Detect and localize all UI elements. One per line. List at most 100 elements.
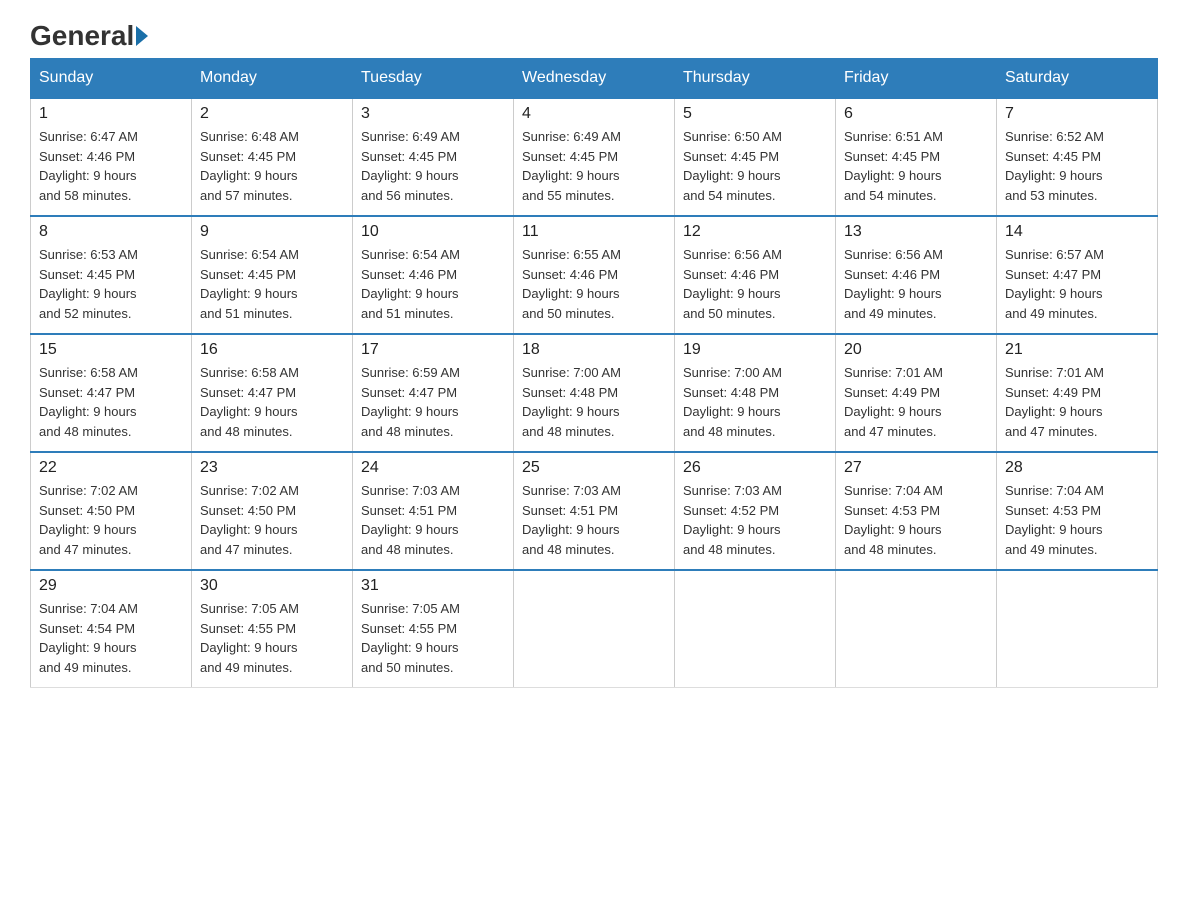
day-number: 15 xyxy=(39,341,183,359)
calendar-day-10: 10 Sunrise: 6:54 AMSunset: 4:46 PMDaylig… xyxy=(353,216,514,334)
day-number: 26 xyxy=(683,459,827,477)
calendar-day-13: 13 Sunrise: 6:56 AMSunset: 4:46 PMDaylig… xyxy=(836,216,997,334)
day-number: 23 xyxy=(200,459,344,477)
calendar-header-thursday: Thursday xyxy=(675,59,836,99)
empty-cell xyxy=(836,570,997,688)
day-info: Sunrise: 7:03 AMSunset: 4:51 PMDaylight:… xyxy=(522,481,666,559)
day-info: Sunrise: 6:55 AMSunset: 4:46 PMDaylight:… xyxy=(522,245,666,323)
calendar-day-29: 29 Sunrise: 7:04 AMSunset: 4:54 PMDaylig… xyxy=(31,570,192,688)
day-info: Sunrise: 6:49 AMSunset: 4:45 PMDaylight:… xyxy=(361,127,505,205)
day-info: Sunrise: 7:01 AMSunset: 4:49 PMDaylight:… xyxy=(1005,363,1149,441)
calendar-day-22: 22 Sunrise: 7:02 AMSunset: 4:50 PMDaylig… xyxy=(31,452,192,570)
day-number: 9 xyxy=(200,223,344,241)
day-number: 25 xyxy=(522,459,666,477)
empty-cell xyxy=(675,570,836,688)
day-number: 18 xyxy=(522,341,666,359)
day-info: Sunrise: 7:05 AMSunset: 4:55 PMDaylight:… xyxy=(361,599,505,677)
day-info: Sunrise: 6:56 AMSunset: 4:46 PMDaylight:… xyxy=(683,245,827,323)
calendar-day-3: 3 Sunrise: 6:49 AMSunset: 4:45 PMDayligh… xyxy=(353,98,514,216)
day-number: 1 xyxy=(39,105,183,123)
calendar-header-monday: Monday xyxy=(192,59,353,99)
calendar-table: SundayMondayTuesdayWednesdayThursdayFrid… xyxy=(30,58,1158,688)
page-header: General xyxy=(30,20,1158,48)
day-number: 13 xyxy=(844,223,988,241)
day-number: 21 xyxy=(1005,341,1149,359)
day-number: 16 xyxy=(200,341,344,359)
day-info: Sunrise: 7:00 AMSunset: 4:48 PMDaylight:… xyxy=(522,363,666,441)
day-number: 17 xyxy=(361,341,505,359)
calendar-day-16: 16 Sunrise: 6:58 AMSunset: 4:47 PMDaylig… xyxy=(192,334,353,452)
day-info: Sunrise: 6:54 AMSunset: 4:46 PMDaylight:… xyxy=(361,245,505,323)
day-info: Sunrise: 7:04 AMSunset: 4:54 PMDaylight:… xyxy=(39,599,183,677)
day-info: Sunrise: 6:56 AMSunset: 4:46 PMDaylight:… xyxy=(844,245,988,323)
day-info: Sunrise: 6:50 AMSunset: 4:45 PMDaylight:… xyxy=(683,127,827,205)
day-info: Sunrise: 6:58 AMSunset: 4:47 PMDaylight:… xyxy=(200,363,344,441)
logo-arrow-icon xyxy=(136,26,148,46)
calendar-week-2: 8 Sunrise: 6:53 AMSunset: 4:45 PMDayligh… xyxy=(31,216,1158,334)
logo: General xyxy=(30,20,150,48)
empty-cell xyxy=(514,570,675,688)
day-number: 22 xyxy=(39,459,183,477)
calendar-day-27: 27 Sunrise: 7:04 AMSunset: 4:53 PMDaylig… xyxy=(836,452,997,570)
calendar-header-wednesday: Wednesday xyxy=(514,59,675,99)
calendar-header-tuesday: Tuesday xyxy=(353,59,514,99)
calendar-header-sunday: Sunday xyxy=(31,59,192,99)
day-number: 6 xyxy=(844,105,988,123)
day-info: Sunrise: 6:57 AMSunset: 4:47 PMDaylight:… xyxy=(1005,245,1149,323)
day-number: 29 xyxy=(39,577,183,595)
empty-cell xyxy=(997,570,1158,688)
day-number: 5 xyxy=(683,105,827,123)
day-number: 24 xyxy=(361,459,505,477)
day-info: Sunrise: 6:49 AMSunset: 4:45 PMDaylight:… xyxy=(522,127,666,205)
calendar-header-friday: Friday xyxy=(836,59,997,99)
calendar-day-17: 17 Sunrise: 6:59 AMSunset: 4:47 PMDaylig… xyxy=(353,334,514,452)
calendar-day-23: 23 Sunrise: 7:02 AMSunset: 4:50 PMDaylig… xyxy=(192,452,353,570)
calendar-day-18: 18 Sunrise: 7:00 AMSunset: 4:48 PMDaylig… xyxy=(514,334,675,452)
day-info: Sunrise: 7:04 AMSunset: 4:53 PMDaylight:… xyxy=(844,481,988,559)
calendar-day-30: 30 Sunrise: 7:05 AMSunset: 4:55 PMDaylig… xyxy=(192,570,353,688)
day-number: 8 xyxy=(39,223,183,241)
calendar-day-26: 26 Sunrise: 7:03 AMSunset: 4:52 PMDaylig… xyxy=(675,452,836,570)
day-info: Sunrise: 6:52 AMSunset: 4:45 PMDaylight:… xyxy=(1005,127,1149,205)
day-info: Sunrise: 6:53 AMSunset: 4:45 PMDaylight:… xyxy=(39,245,183,323)
day-info: Sunrise: 6:54 AMSunset: 4:45 PMDaylight:… xyxy=(200,245,344,323)
day-number: 4 xyxy=(522,105,666,123)
day-info: Sunrise: 6:51 AMSunset: 4:45 PMDaylight:… xyxy=(844,127,988,205)
calendar-day-6: 6 Sunrise: 6:51 AMSunset: 4:45 PMDayligh… xyxy=(836,98,997,216)
calendar-day-15: 15 Sunrise: 6:58 AMSunset: 4:47 PMDaylig… xyxy=(31,334,192,452)
calendar-day-7: 7 Sunrise: 6:52 AMSunset: 4:45 PMDayligh… xyxy=(997,98,1158,216)
day-info: Sunrise: 6:58 AMSunset: 4:47 PMDaylight:… xyxy=(39,363,183,441)
calendar-header-saturday: Saturday xyxy=(997,59,1158,99)
day-number: 31 xyxy=(361,577,505,595)
day-number: 20 xyxy=(844,341,988,359)
calendar-week-5: 29 Sunrise: 7:04 AMSunset: 4:54 PMDaylig… xyxy=(31,570,1158,688)
day-info: Sunrise: 7:03 AMSunset: 4:52 PMDaylight:… xyxy=(683,481,827,559)
calendar-week-4: 22 Sunrise: 7:02 AMSunset: 4:50 PMDaylig… xyxy=(31,452,1158,570)
calendar-day-9: 9 Sunrise: 6:54 AMSunset: 4:45 PMDayligh… xyxy=(192,216,353,334)
calendar-day-1: 1 Sunrise: 6:47 AMSunset: 4:46 PMDayligh… xyxy=(31,98,192,216)
day-info: Sunrise: 7:01 AMSunset: 4:49 PMDaylight:… xyxy=(844,363,988,441)
day-info: Sunrise: 7:02 AMSunset: 4:50 PMDaylight:… xyxy=(200,481,344,559)
day-number: 30 xyxy=(200,577,344,595)
day-info: Sunrise: 7:04 AMSunset: 4:53 PMDaylight:… xyxy=(1005,481,1149,559)
calendar-week-3: 15 Sunrise: 6:58 AMSunset: 4:47 PMDaylig… xyxy=(31,334,1158,452)
day-number: 11 xyxy=(522,223,666,241)
calendar-day-21: 21 Sunrise: 7:01 AMSunset: 4:49 PMDaylig… xyxy=(997,334,1158,452)
day-info: Sunrise: 6:47 AMSunset: 4:46 PMDaylight:… xyxy=(39,127,183,205)
day-number: 10 xyxy=(361,223,505,241)
calendar-day-12: 12 Sunrise: 6:56 AMSunset: 4:46 PMDaylig… xyxy=(675,216,836,334)
day-number: 14 xyxy=(1005,223,1149,241)
day-number: 19 xyxy=(683,341,827,359)
calendar-day-8: 8 Sunrise: 6:53 AMSunset: 4:45 PMDayligh… xyxy=(31,216,192,334)
calendar-day-28: 28 Sunrise: 7:04 AMSunset: 4:53 PMDaylig… xyxy=(997,452,1158,570)
calendar-week-1: 1 Sunrise: 6:47 AMSunset: 4:46 PMDayligh… xyxy=(31,98,1158,216)
day-number: 3 xyxy=(361,105,505,123)
calendar-day-19: 19 Sunrise: 7:00 AMSunset: 4:48 PMDaylig… xyxy=(675,334,836,452)
calendar-day-11: 11 Sunrise: 6:55 AMSunset: 4:46 PMDaylig… xyxy=(514,216,675,334)
calendar-day-5: 5 Sunrise: 6:50 AMSunset: 4:45 PMDayligh… xyxy=(675,98,836,216)
calendar-day-24: 24 Sunrise: 7:03 AMSunset: 4:51 PMDaylig… xyxy=(353,452,514,570)
day-info: Sunrise: 7:00 AMSunset: 4:48 PMDaylight:… xyxy=(683,363,827,441)
day-number: 12 xyxy=(683,223,827,241)
day-info: Sunrise: 7:03 AMSunset: 4:51 PMDaylight:… xyxy=(361,481,505,559)
calendar-day-20: 20 Sunrise: 7:01 AMSunset: 4:49 PMDaylig… xyxy=(836,334,997,452)
